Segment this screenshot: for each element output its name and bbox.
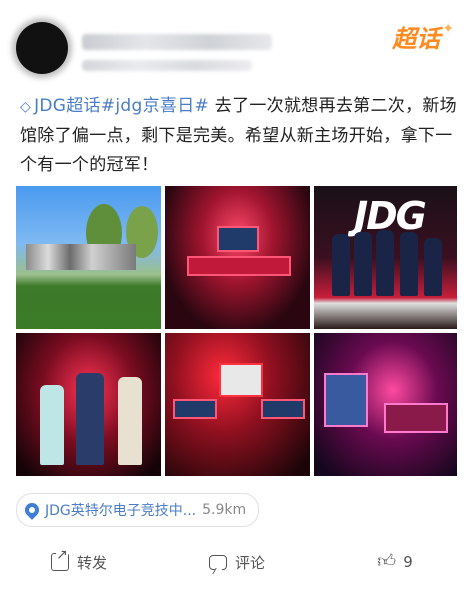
- photo-venue-exterior[interactable]: [16, 186, 161, 329]
- post-text: ◇ JDG超话#jdg京喜日# 去了一次就想再去第二次，新场馆除了偏一点，剩下是完…: [20, 92, 460, 180]
- photo-hosts-on-stage[interactable]: [16, 333, 161, 476]
- stage-screen: [173, 399, 217, 419]
- comment-button[interactable]: 评论: [158, 552, 316, 573]
- host-figure: [40, 385, 64, 465]
- stage-screen: [219, 363, 263, 397]
- like-count: 9: [403, 553, 413, 571]
- location-distance: 5.9km: [202, 502, 247, 518]
- stage-screen: [324, 373, 368, 427]
- player-figure: [376, 230, 394, 296]
- supertopic-badge[interactable]: 超话 ✦: [392, 20, 454, 53]
- comment-label: 评论: [234, 553, 265, 572]
- action-bar: 转发 评论 👍︎ 9: [0, 540, 474, 584]
- player-figure: [400, 232, 418, 296]
- player-figure: [354, 232, 372, 296]
- stage-screen: [217, 226, 259, 252]
- stage-screen: [261, 399, 305, 419]
- weibo-post-card: 超话 ✦ ◇ JDG超话#jdg京喜日# 去了一次就想再去第二次，新场馆除了偏一点…: [0, 0, 474, 592]
- like-button[interactable]: 👍︎ 9: [316, 551, 474, 572]
- host-figure: [118, 377, 142, 465]
- share-label: 转发: [76, 553, 107, 572]
- share-icon: [50, 548, 69, 571]
- photo-arena-screens[interactable]: [165, 333, 310, 476]
- photo-grid: JDG: [16, 186, 457, 476]
- avatar[interactable]: [16, 22, 68, 74]
- comment-icon: [208, 554, 227, 570]
- location-pin-icon: [22, 500, 42, 520]
- photo-arena-lights[interactable]: [314, 333, 457, 476]
- player-figure: [332, 234, 350, 296]
- stage-screen: [384, 403, 448, 433]
- thumbs-up-icon: 👍︎: [377, 551, 397, 572]
- location-tag[interactable]: JDG英特尔电子竞技中... 5.9km: [16, 493, 260, 527]
- host-figure: [76, 373, 104, 465]
- sparkle-icon: ✦: [442, 21, 454, 37]
- photo-team-on-stage[interactable]: JDG: [314, 186, 457, 329]
- photo-arena-stage[interactable]: [165, 186, 310, 329]
- player-figure: [424, 238, 442, 296]
- post-meta-blurred: [82, 60, 252, 71]
- supertopic-label: 超话: [392, 24, 441, 53]
- stage-screen: [187, 256, 291, 276]
- share-button[interactable]: 转发: [0, 548, 158, 573]
- diamond-icon: ◇: [20, 99, 32, 115]
- building-shape: [26, 244, 136, 270]
- location-name: JDG英特尔电子竞技中...: [45, 503, 197, 519]
- username-blurred[interactable]: [82, 34, 272, 50]
- topic-link[interactable]: JDG超话#jdg京喜日#: [34, 96, 209, 116]
